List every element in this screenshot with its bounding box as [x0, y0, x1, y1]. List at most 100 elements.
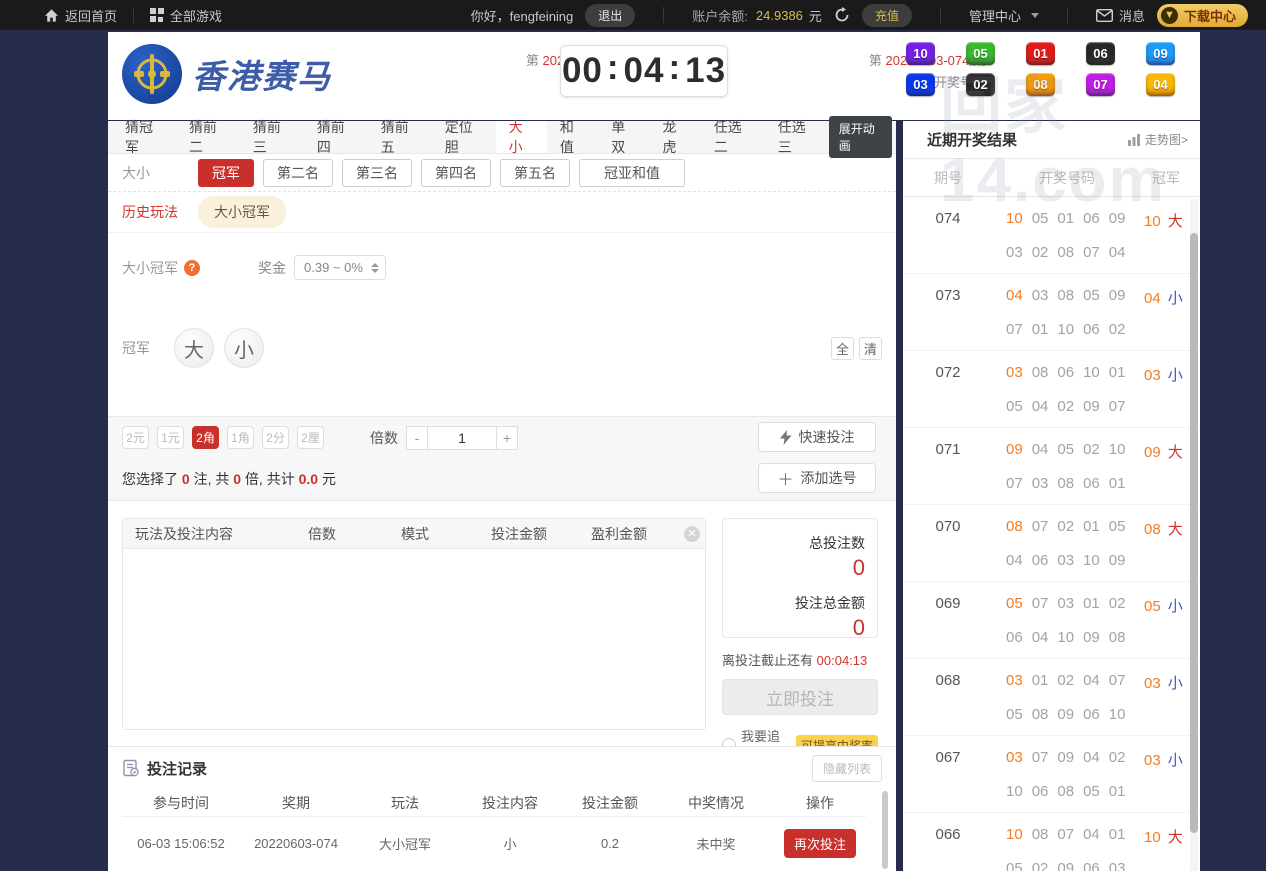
- result-number: 06: [1083, 706, 1100, 723]
- result-numbers-line2: 10 06 08 05 01: [1006, 783, 1141, 800]
- admin-center-menu[interactable]: 管理中心: [969, 6, 1039, 25]
- home-link[interactable]: 返回首页: [44, 6, 117, 25]
- result-number: 09: [1006, 441, 1023, 458]
- issue-prefix: 第: [525, 53, 539, 68]
- multiplier-input[interactable]: [428, 426, 496, 450]
- result-number: 08: [1031, 706, 1049, 723]
- slip-col-header: 玩法及投注内容: [135, 525, 233, 542]
- result-numbers: 10 05 01 06 09 03 02 08 07 04: [993, 210, 1141, 273]
- expand-animation-button[interactable]: 展开动画: [828, 116, 893, 158]
- records-scrollbar[interactable]: [882, 791, 888, 869]
- record-action: 再次投注: [774, 828, 866, 858]
- hide-list-button[interactable]: 隐藏列表: [811, 754, 882, 782]
- nav-tab-猜前二[interactable]: 猜前二: [176, 119, 240, 155]
- multiplier-label: 倍数: [370, 430, 398, 446]
- quick-bet-label: 快速投注: [798, 429, 855, 445]
- topbar-separator: [939, 7, 941, 23]
- countdown-seconds: 13: [685, 51, 727, 90]
- result-numbers-line2: 07 03 08 06 01: [1006, 475, 1141, 492]
- result-champion: 03 小: [1141, 749, 1183, 812]
- result-number: 08: [1108, 629, 1126, 646]
- multiplier-minus-button[interactable]: -: [406, 426, 428, 450]
- position-option-第五名[interactable]: 第五名: [500, 158, 570, 187]
- nav-tab-定位胆[interactable]: 定位胆: [432, 119, 496, 155]
- clear-button[interactable]: 清: [859, 336, 882, 360]
- nav-tab-猜冠军[interactable]: 猜冠军: [112, 119, 176, 155]
- result-number: 04: [1031, 441, 1049, 458]
- pick-option-大[interactable]: 大: [174, 328, 214, 368]
- nav-tab-单双[interactable]: 单双: [598, 119, 649, 155]
- position-option-冠亚和值[interactable]: 冠亚和值: [579, 158, 685, 187]
- history-play-tag[interactable]: 大小冠军: [198, 196, 286, 228]
- position-option-第四名[interactable]: 第四名: [421, 158, 491, 187]
- result-numbers-line1: 03 07 09 04 02: [1006, 749, 1141, 766]
- result-number: 07: [1031, 518, 1049, 535]
- help-icon[interactable]: ?: [184, 259, 200, 276]
- result-number: 05: [1006, 595, 1023, 612]
- nav-tab-猜前五[interactable]: 猜前五: [368, 119, 432, 155]
- spinner-arrows-icon[interactable]: [371, 262, 379, 273]
- sidebar-scrollbar-thumb[interactable]: [1190, 233, 1198, 833]
- result-number: 02: [1108, 749, 1126, 766]
- result-number: 09: [1108, 552, 1126, 569]
- position-option-第二名[interactable]: 第二名: [263, 158, 333, 187]
- nav-tab-猜前四[interactable]: 猜前四: [304, 119, 368, 155]
- bet-now-button[interactable]: 立即投注: [722, 679, 878, 715]
- grid-icon: [150, 8, 165, 22]
- subnav-options: 冠军 第二名 第三名 第四名 第五名 冠亚和值: [198, 158, 694, 187]
- result-number: 02: [1083, 441, 1100, 458]
- rebet-button[interactable]: 再次投注: [783, 828, 856, 858]
- trend-chart-link[interactable]: 走势图>: [1127, 131, 1188, 148]
- unit-button-1角[interactable]: 1角: [227, 426, 254, 449]
- bet-records-section: 投注记录 隐藏列表 参与时间 奖期 玩法 投注内容 投注金额 中奖情况 操作 06-03 1…: [108, 746, 896, 871]
- nav-tab-任选三[interactable]: 任选三: [765, 119, 829, 155]
- result-number: 05: [1083, 783, 1100, 800]
- countdown-timer: 00:04:13: [560, 45, 728, 97]
- result-number: 02: [1031, 244, 1049, 261]
- pick-option-小[interactable]: 小: [224, 328, 264, 368]
- subnav-label: 大小: [122, 164, 150, 181]
- position-option-第三名[interactable]: 第三名: [342, 158, 412, 187]
- logo[interactable]: 香港赛马: [122, 44, 332, 104]
- add-selection-button[interactable]: ＋ 添加选号: [758, 463, 876, 493]
- champion-size: 小: [1167, 290, 1183, 307]
- unit-button-2角[interactable]: 2角: [192, 426, 219, 449]
- unit-button-2元[interactable]: 2元: [122, 426, 149, 449]
- result-number: 08: [1031, 364, 1049, 381]
- result-number: 01: [1108, 783, 1126, 800]
- messages-link[interactable]: 消息: [1095, 6, 1145, 25]
- multiplier-plus-button[interactable]: +: [496, 426, 518, 450]
- refresh-icon[interactable]: [834, 7, 850, 23]
- download-center-button[interactable]: ▼ 下载中心: [1156, 3, 1248, 27]
- nav-tab-大小[interactable]: 大小: [495, 119, 547, 155]
- result-number: 08: [1006, 518, 1023, 535]
- select-all-button[interactable]: 全: [831, 336, 854, 360]
- record-result: 未中奖: [696, 836, 736, 852]
- unit-button-2厘[interactable]: 2厘: [297, 426, 324, 449]
- result-number: 04: [1083, 826, 1100, 843]
- bonus-select[interactable]: 0.39 ~ 0%: [294, 255, 386, 280]
- unit-button-1元[interactable]: 1元: [157, 426, 184, 449]
- logout-button[interactable]: 退出: [585, 3, 636, 27]
- result-numbers: 03 01 02 04 07 05 08 09 06 10: [993, 672, 1141, 735]
- unit-button-2分[interactable]: 2分: [262, 426, 289, 449]
- position-option-冠军[interactable]: 冠军: [198, 158, 254, 187]
- nav-tab-和值[interactable]: 和值: [547, 119, 598, 155]
- nav-tab-龙虎[interactable]: 龙虎: [650, 119, 701, 155]
- recharge-button[interactable]: 充值: [861, 3, 912, 27]
- nav-tab-任选二[interactable]: 任选二: [701, 119, 765, 155]
- nav-tab-猜前三[interactable]: 猜前三: [240, 119, 304, 155]
- result-row: 068 03 01 02 04 07 05 08 09 06 10 03 小: [903, 659, 1200, 736]
- all-games-link[interactable]: 全部游戏: [150, 6, 222, 25]
- result-issue: 073: [935, 287, 961, 304]
- record-col-header: 奖期: [282, 794, 310, 811]
- records-title: 投注记录: [147, 760, 208, 778]
- result-numbers-line2: 03 02 08 07 04: [1006, 244, 1141, 261]
- champion-number: 10: [1144, 213, 1161, 230]
- result-numbers-line2: 05 04 02 09 07: [1006, 398, 1141, 415]
- result-number: 03: [1108, 860, 1126, 871]
- close-icon[interactable]: ✕: [684, 525, 700, 542]
- champion-size: 小: [1167, 367, 1183, 384]
- result-numbers-line2: 05 02 09 06 03: [1006, 860, 1141, 871]
- quick-bet-button[interactable]: 快速投注: [758, 422, 876, 452]
